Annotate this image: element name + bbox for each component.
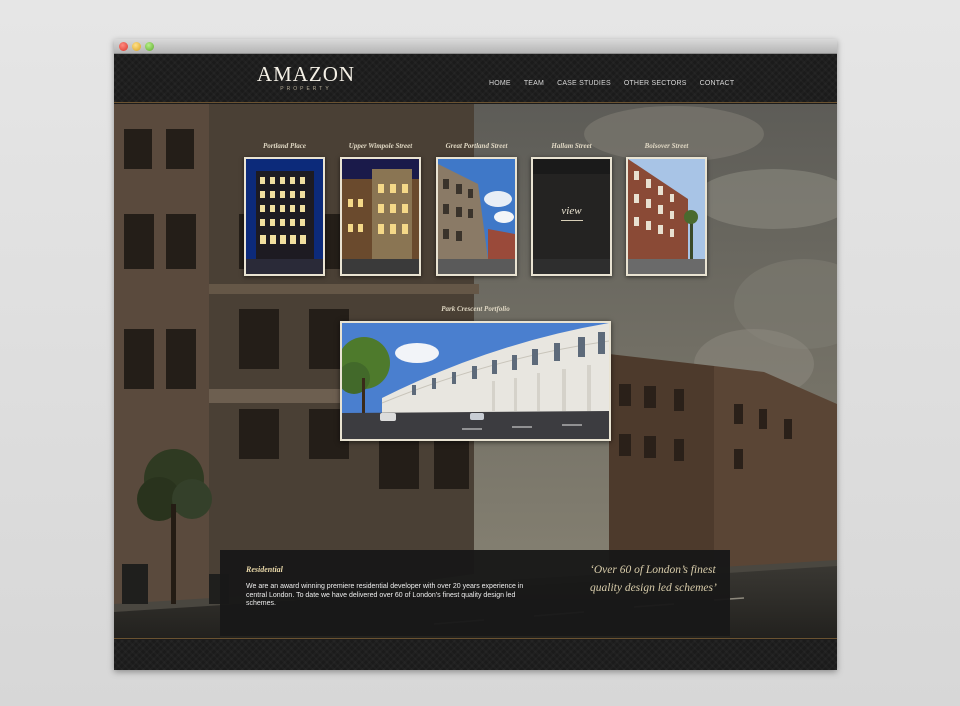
property-label: Portland Place [263, 142, 306, 150]
nav-case-studies[interactable]: CASE STUDIES [557, 80, 611, 87]
nav-team[interactable]: TEAM [524, 80, 544, 87]
property-thumbnail[interactable] [244, 157, 325, 276]
park-crescent-photo [342, 323, 609, 439]
view-overlay-label[interactable]: view [533, 205, 610, 217]
great-portland-street-photo [438, 159, 515, 274]
hero-section: Portland Place Upper Wimpole Street Grea… [114, 104, 837, 639]
pull-quote: ‘Over 60 of London’s finest quality desi… [590, 564, 717, 594]
site-footer [114, 640, 837, 670]
maximize-window-button[interactable] [145, 42, 154, 51]
bolsover-street-photo [628, 159, 705, 274]
window-titlebar [114, 39, 837, 54]
portland-place-photo [246, 159, 323, 274]
property-label: Great Portland Street [445, 142, 508, 150]
nav-contact[interactable]: CONTACT [700, 80, 735, 87]
property-thumbnail-hover[interactable]: view [531, 157, 612, 276]
property-label: Upper Wimpole Street [348, 142, 413, 150]
logo-wordmark: AMAZON [256, 62, 356, 86]
site-logo[interactable]: AMAZON PROPERTY [250, 63, 362, 92]
section-heading: Residential [246, 565, 283, 574]
property-thumbnail[interactable] [436, 157, 517, 276]
site-header: AMAZON PROPERTY HOME TEAM CASE STUDIES O… [114, 54, 837, 103]
logo-tagline: PROPERTY [280, 86, 332, 92]
property-label: Hallam Street [551, 142, 592, 150]
nav-home[interactable]: HOME [489, 80, 511, 87]
main-nav: HOME TEAM CASE STUDIES OTHER SECTORS CON… [489, 80, 747, 87]
section-description: We are an award winning premiere residen… [246, 583, 524, 607]
browser-window: AMAZON PROPERTY HOME TEAM CASE STUDIES O… [114, 39, 837, 670]
residential-info-panel: Residential We are an award winning prem… [220, 550, 730, 636]
minimize-window-button[interactable] [132, 42, 141, 51]
portfolio-image[interactable] [340, 321, 611, 441]
property-thumbnail[interactable] [626, 157, 707, 276]
portfolio-label: Park Crescent Portfolio [441, 305, 510, 313]
property-label: Bolsover Street [644, 142, 689, 150]
upper-wimpole-street-photo [342, 159, 419, 274]
nav-other-sectors[interactable]: OTHER SECTORS [624, 80, 687, 87]
close-window-button[interactable] [119, 42, 128, 51]
view-underline [561, 220, 583, 221]
property-thumbnail[interactable] [340, 157, 421, 276]
